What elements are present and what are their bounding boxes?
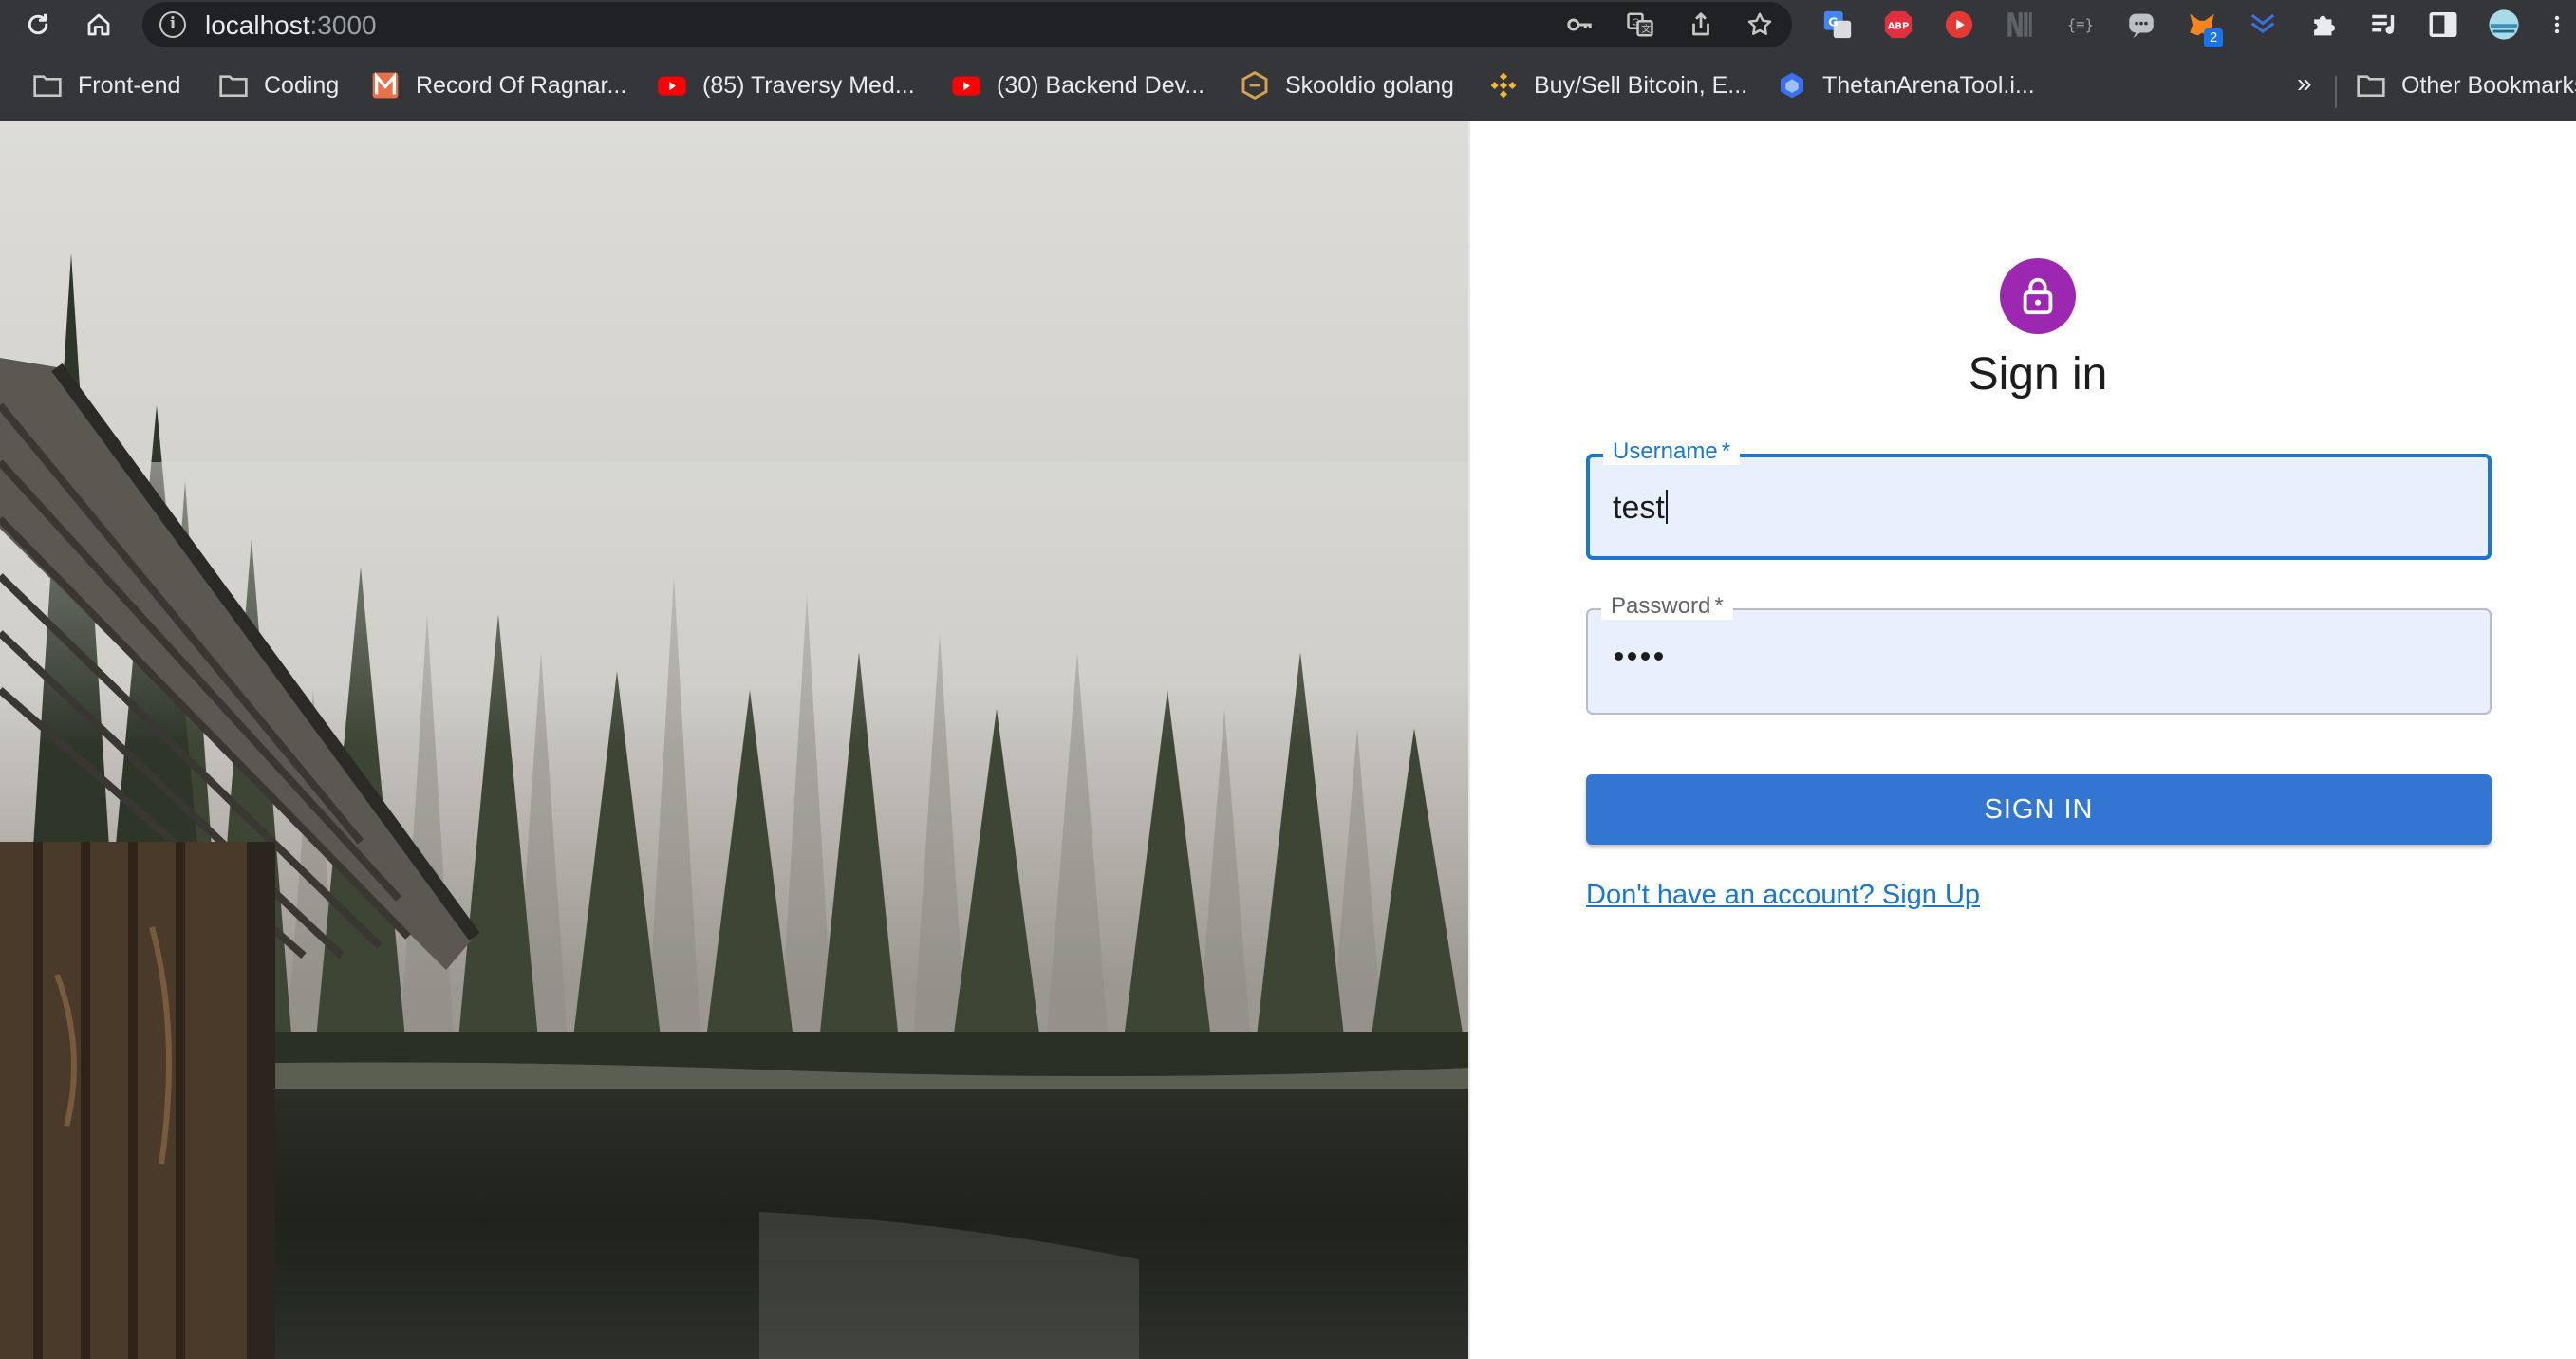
browser-chrome: i localhost:3000 G文 G ABP {≡} 2 Front-en… xyxy=(0,0,2576,121)
bookmark-record-of-ragnarok[interactable]: Record Of Ragnar... xyxy=(370,66,626,104)
bookmark-folder-other[interactable]: Other Bookmarks xyxy=(2356,66,2576,104)
hero-image xyxy=(0,121,1468,1359)
chat-extension-icon[interactable] xyxy=(2124,8,2158,42)
svg-text:文: 文 xyxy=(1641,23,1651,35)
notion-extension-icon[interactable] xyxy=(2003,8,2037,42)
json-viewer-extension-icon[interactable]: {≡} xyxy=(2063,8,2098,42)
sign-in-panel: Sign in Username * test Password * SIGN IN… xyxy=(1470,121,2576,1359)
chevron-extension-icon[interactable] xyxy=(2246,8,2280,42)
skooldio-icon xyxy=(1240,70,1270,101)
bookmark-label: Front-end xyxy=(78,71,181,99)
bookmark-folder-coding[interactable]: Coding xyxy=(218,66,339,104)
manga-site-icon xyxy=(370,70,401,101)
password-label: Password * xyxy=(1601,593,1733,620)
youtube-icon xyxy=(657,70,687,101)
svg-text:ABP: ABP xyxy=(1888,21,1909,31)
bookmarks-bar: Front-end Coding Record Of Ragnar... (85… xyxy=(0,49,2576,121)
bookmarks-separator xyxy=(2335,76,2337,108)
password-field[interactable]: Password * xyxy=(1586,593,2492,715)
text-caret xyxy=(1665,490,1668,524)
page-title: Sign in xyxy=(1968,349,2108,400)
sign-in-button[interactable]: SIGN IN xyxy=(1586,774,2492,845)
profile-avatar-icon[interactable] xyxy=(2487,8,2521,42)
address-bar[interactable]: i localhost:3000 G文 xyxy=(142,2,1792,47)
bookmark-label: ThetanArenaTool.i... xyxy=(1822,71,2035,99)
side-panel-icon[interactable] xyxy=(2426,8,2460,42)
share-icon[interactable] xyxy=(1684,8,1718,42)
bookmark-label: Coding xyxy=(264,71,340,99)
password-mask-dot xyxy=(1654,652,1663,661)
google-translate-extension-icon[interactable]: G xyxy=(1820,8,1855,42)
bookmark-label: Other Bookmarks xyxy=(2401,71,2576,99)
bookmark-label: (30) Backend Dev... xyxy=(997,71,1205,99)
adblock-plus-extension-icon[interactable]: ABP xyxy=(1881,8,1915,42)
bookmark-thetan-arena-tool[interactable]: ThetanArenaTool.i... xyxy=(1777,66,2035,104)
browser-toolbar: i localhost:3000 G文 G ABP {≡} 2 xyxy=(0,0,2576,49)
lock-icon xyxy=(2023,277,2053,315)
folder-icon xyxy=(2356,70,2386,101)
extension-badge: 2 xyxy=(2204,28,2223,47)
password-mask-dot xyxy=(1641,652,1650,661)
youtube-icon xyxy=(951,70,981,101)
bookmark-folder-front-end[interactable]: Front-end xyxy=(32,66,180,104)
bookmark-skooldio-golang[interactable]: Skooldio golang xyxy=(1240,66,1454,104)
username-field[interactable]: Username * test xyxy=(1586,438,2492,560)
url-text[interactable]: localhost:3000 xyxy=(205,10,377,41)
binance-icon xyxy=(1488,70,1519,101)
folder-icon xyxy=(32,70,63,101)
thetan-icon xyxy=(1777,70,1807,101)
sign-up-link[interactable]: Don't have an account? Sign Up xyxy=(1586,880,1980,911)
password-mask-dot xyxy=(1628,652,1636,661)
key-icon[interactable] xyxy=(1562,8,1596,42)
translate-icon[interactable]: G文 xyxy=(1623,8,1657,42)
reload-icon[interactable] xyxy=(21,8,55,42)
bookmark-label: (85) Traversy Med... xyxy=(702,71,915,99)
username-label: Username * xyxy=(1603,438,1741,465)
home-icon[interactable] xyxy=(82,8,116,42)
svg-text:{≡}: {≡} xyxy=(2067,17,2094,34)
metamask-extension-icon[interactable]: 2 xyxy=(2185,8,2223,47)
bookmark-traversy-media[interactable]: (85) Traversy Med... xyxy=(657,66,915,104)
password-mask-dot xyxy=(1615,652,1623,661)
password-input[interactable] xyxy=(1615,652,1663,661)
folder-icon xyxy=(218,70,249,101)
svg-text:G: G xyxy=(1828,15,1838,29)
video-player-extension-icon[interactable] xyxy=(1942,8,1976,42)
bookmarks-overflow-button[interactable]: » xyxy=(2297,68,2312,99)
bookmark-label: Skooldio golang xyxy=(1285,71,1454,99)
media-control-icon[interactable] xyxy=(2367,8,2401,42)
lock-avatar xyxy=(2000,258,2076,334)
bookmark-star-icon[interactable] xyxy=(1743,8,1777,42)
username-input[interactable]: test xyxy=(1613,490,2467,527)
puzzle-extensions-icon[interactable] xyxy=(2306,8,2341,42)
page-content: Sign in Username * test Password * SIGN IN… xyxy=(0,121,2576,1359)
svg-text:G: G xyxy=(1632,18,1639,28)
bookmark-label: Buy/Sell Bitcoin, E... xyxy=(1534,71,1748,99)
site-info-icon[interactable]: i xyxy=(159,11,186,38)
bookmark-backend-dev[interactable]: (30) Backend Dev... xyxy=(951,66,1204,104)
bookmark-binance[interactable]: Buy/Sell Bitcoin, E... xyxy=(1488,66,1747,104)
bookmark-label: Record Of Ragnar... xyxy=(416,71,627,99)
kebab-menu-icon[interactable] xyxy=(2546,8,2568,42)
